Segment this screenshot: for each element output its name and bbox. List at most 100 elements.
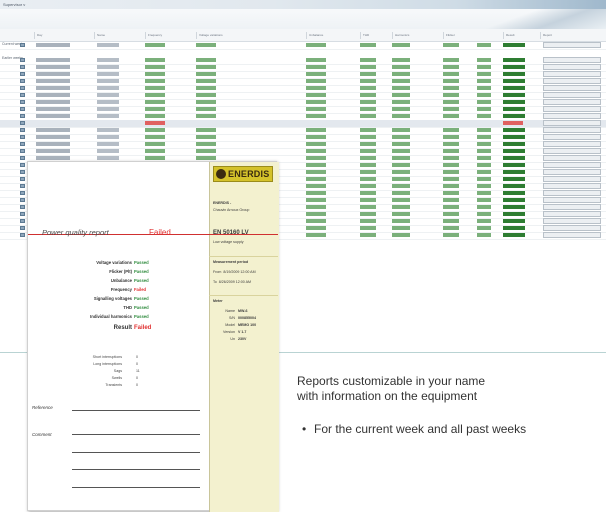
generate-report-button[interactable] [543, 155, 601, 161]
generate-report-button[interactable] [543, 148, 601, 154]
status-cell [306, 114, 326, 118]
generate-report-button[interactable] [543, 120, 601, 126]
column-header-flicker[interactable]: Flicker [443, 32, 476, 39]
generate-report-button[interactable] [543, 92, 601, 98]
caption-line-1: Reports customizable in your name [297, 374, 486, 388]
generate-report-button[interactable] [543, 232, 601, 238]
column-header-frequency[interactable]: Frequency [145, 32, 196, 39]
generate-report-button[interactable] [543, 162, 601, 168]
generate-report-button[interactable] [543, 127, 601, 133]
report-icon[interactable] [20, 93, 25, 97]
report-icon[interactable] [20, 170, 25, 174]
measurement-label: THD [123, 305, 132, 310]
report-icon[interactable] [20, 121, 25, 125]
status-cell [145, 114, 165, 118]
status-cell [360, 79, 376, 83]
generate-report-button[interactable] [543, 197, 601, 203]
measurement-value: Passed [134, 260, 149, 265]
device-cell [97, 86, 119, 90]
generate-report-button[interactable] [543, 141, 601, 147]
report-icon[interactable] [20, 114, 25, 118]
report-icon[interactable] [20, 43, 25, 47]
status-cell [360, 114, 376, 118]
status-cell [196, 107, 216, 111]
generate-report-button[interactable] [543, 71, 601, 77]
generate-report-button[interactable] [543, 78, 601, 84]
report-icon[interactable] [20, 107, 25, 111]
report-icon[interactable] [20, 163, 25, 167]
result-cell [503, 233, 523, 237]
table-row[interactable] [0, 42, 606, 50]
report-icon[interactable] [20, 65, 25, 69]
column-header-report[interactable]: Report [540, 32, 603, 39]
generate-report-button[interactable] [543, 42, 601, 48]
generate-report-button[interactable] [543, 134, 601, 140]
meter-value: V 1.7 [238, 330, 247, 334]
generate-report-button[interactable] [543, 218, 601, 224]
status-cell [392, 149, 410, 153]
result-cell [503, 212, 523, 216]
generate-report-button[interactable] [543, 99, 601, 105]
status-cell [306, 43, 326, 47]
report-icon[interactable] [20, 100, 25, 104]
report-icon[interactable] [20, 142, 25, 146]
measurement-label: Individual harmonics [90, 314, 132, 319]
column-header-harmonics[interactable]: Harmonics [392, 32, 443, 39]
generate-report-button[interactable] [543, 211, 601, 217]
report-icon[interactable] [20, 58, 25, 62]
report-icon[interactable] [20, 233, 25, 237]
report-icon[interactable] [20, 226, 25, 230]
measurement-value: Passed [134, 305, 149, 310]
measurement-value: Passed [134, 296, 149, 301]
status-cell [145, 79, 165, 83]
status-cell [196, 65, 216, 69]
report-icon[interactable] [20, 79, 25, 83]
column-header-result[interactable]: Result [503, 32, 540, 39]
report-icon[interactable] [20, 135, 25, 139]
generate-report-button[interactable] [543, 64, 601, 70]
date-cell [36, 79, 70, 83]
column-header-name[interactable]: Name [94, 32, 147, 39]
toolbar-decoration [486, 9, 606, 29]
column-header-voltage[interactable]: Voltage variations [196, 32, 299, 39]
result-cell [503, 142, 523, 146]
status-cell [306, 191, 326, 195]
column-header-thd[interactable]: THD [360, 32, 391, 39]
generate-report-button[interactable] [543, 225, 601, 231]
report-icon[interactable] [20, 219, 25, 223]
generate-report-button[interactable] [543, 57, 601, 63]
report-icon[interactable] [20, 191, 25, 195]
report-icon[interactable] [20, 205, 25, 209]
column-header-day[interactable]: Day [34, 32, 97, 39]
generate-report-button[interactable] [543, 190, 601, 196]
report-icon[interactable] [20, 184, 25, 188]
report-icon[interactable] [20, 128, 25, 132]
generate-report-button[interactable] [543, 106, 601, 112]
meter-label: S/N [229, 316, 235, 320]
result-cell [503, 226, 523, 230]
date-cell [36, 135, 70, 139]
generate-report-button[interactable] [543, 85, 601, 91]
generate-report-button[interactable] [543, 183, 601, 189]
report-icon[interactable] [20, 212, 25, 216]
report-icon[interactable] [20, 156, 25, 160]
status-cell [306, 65, 326, 69]
column-header-unbalance[interactable]: Unbalance [306, 32, 354, 39]
caption: Reports customizable in your name with i… [297, 374, 597, 404]
status-cell [196, 79, 216, 83]
report-icon[interactable] [20, 86, 25, 90]
generate-report-button[interactable] [543, 204, 601, 210]
generate-report-button[interactable] [543, 176, 601, 182]
generate-report-button[interactable] [543, 113, 601, 119]
report-icon[interactable] [20, 198, 25, 202]
report-icon[interactable] [20, 177, 25, 181]
generate-report-button[interactable] [543, 169, 601, 175]
period-from-value: 8/19/2009 12:00 AM [223, 270, 256, 274]
meter-value: 230V [238, 337, 247, 341]
status-cell [477, 156, 491, 160]
status-cell [392, 114, 410, 118]
report-icon[interactable] [20, 149, 25, 153]
status-cell [477, 135, 491, 139]
report-icon[interactable] [20, 72, 25, 76]
status-cell [443, 135, 459, 139]
